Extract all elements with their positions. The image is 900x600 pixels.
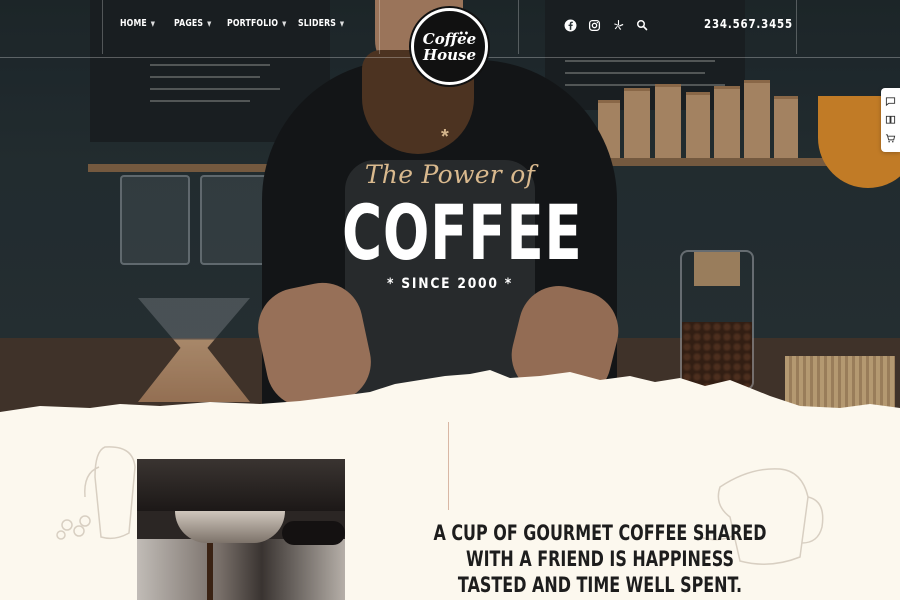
hero-asterisk: * bbox=[441, 126, 449, 148]
side-toolbar bbox=[881, 88, 900, 152]
hero-subtitle: * SINCE 2000 * bbox=[387, 276, 513, 292]
coffee-house-logo[interactable]: •• Coffee House bbox=[411, 8, 488, 85]
coffee-pot-sketch-icon bbox=[56, 446, 136, 540]
facebook-icon[interactable] bbox=[563, 18, 577, 32]
nav-portfolio-label: PORTFOLIO bbox=[227, 18, 279, 29]
hero-script-title: The Power of bbox=[364, 160, 536, 189]
main-nav: HOME ▼ PAGES ▼ PORTFOLIO ▼ SLIDERS ▼ bbox=[120, 18, 352, 29]
torn-paper-edge bbox=[0, 370, 900, 412]
intro-quote: A cup of gourmet coffee shared with a fr… bbox=[433, 521, 767, 597]
espresso-machine-photo bbox=[137, 459, 345, 600]
nav-home-label: HOME bbox=[120, 18, 147, 29]
nav-sliders[interactable]: SLIDERS ▼ bbox=[298, 18, 344, 29]
yelp-icon[interactable] bbox=[611, 18, 625, 32]
nav-home[interactable]: HOME ▼ bbox=[120, 18, 162, 29]
cart-icon[interactable] bbox=[885, 133, 896, 144]
intro-section: A cup of gourmet coffee shared with a fr… bbox=[0, 412, 900, 600]
book-icon[interactable] bbox=[885, 114, 896, 125]
nav-pages-label: PAGES bbox=[174, 18, 204, 29]
instagram-icon[interactable] bbox=[587, 18, 601, 32]
search-icon[interactable] bbox=[635, 18, 649, 32]
nav-pages[interactable]: PAGES ▼ bbox=[174, 18, 215, 29]
chevron-down-icon: ▼ bbox=[282, 19, 287, 28]
chat-icon[interactable] bbox=[885, 96, 896, 107]
social-links bbox=[563, 18, 649, 32]
nav-sliders-label: SLIDERS bbox=[298, 18, 337, 29]
chevron-down-icon: ▼ bbox=[150, 19, 156, 28]
section-divider bbox=[448, 422, 449, 510]
chevron-down-icon: ▼ bbox=[207, 19, 212, 28]
hero-title: COFFEE bbox=[342, 188, 583, 277]
nav-portfolio[interactable]: PORTFOLIO ▼ bbox=[227, 18, 286, 29]
logo-line-2: House bbox=[422, 45, 477, 64]
phone-number[interactable]: 234.567.3455 bbox=[704, 17, 793, 31]
chevron-down-icon: ▼ bbox=[339, 19, 345, 28]
hero-banner: * The Power of COFFEE * SINCE 2000 * HOM… bbox=[0, 0, 900, 412]
